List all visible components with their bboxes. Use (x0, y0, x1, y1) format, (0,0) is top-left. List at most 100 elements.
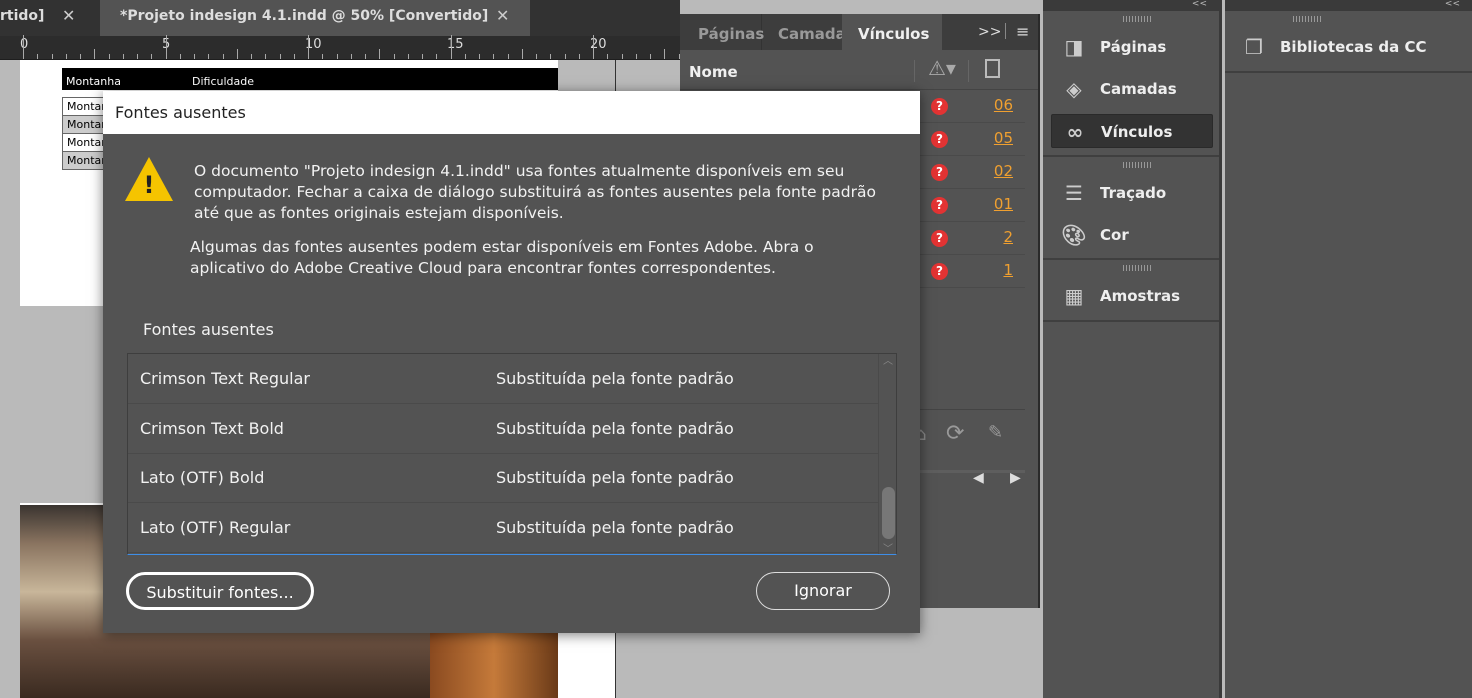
font-row[interactable]: Crimson Text Regular Substituída pela fon… (128, 354, 878, 404)
page-link[interactable]: 2 (1003, 228, 1013, 246)
dock-item-label: Cor (1100, 226, 1129, 244)
panel-dock-2: << ❐ Bibliotecas da CC (1225, 0, 1472, 698)
page-link[interactable]: 1 (1003, 261, 1013, 279)
ruler-tick (536, 54, 537, 59)
font-row[interactable]: Lato (OTF) Bold Substituída pela fonte pa… (128, 453, 878, 503)
ruler-tick (578, 54, 580, 59)
dock-item-label: Amostras (1100, 287, 1181, 305)
dock-item-bibliotecas[interactable]: ❐ Bibliotecas da CC (1231, 30, 1461, 64)
ruler-tick (236, 49, 238, 59)
pages-icon: ◨ (1064, 35, 1084, 59)
ruler-tick (137, 54, 138, 59)
ignore-button[interactable]: Ignorar (756, 572, 890, 610)
tab-vinculos[interactable]: Vínculos (842, 14, 942, 50)
dock-item-label: Camadas (1100, 80, 1177, 98)
scroll-up-icon[interactable]: ︿ (883, 352, 893, 367)
edit-original-icon[interactable]: ✎ (988, 422, 1003, 443)
page-link[interactable]: 06 (994, 96, 1013, 114)
ruler-tick (293, 54, 295, 59)
dock-item-label: Vínculos (1101, 123, 1173, 141)
ruler-tick (122, 54, 124, 59)
warning-icon-mark: ! (143, 171, 155, 199)
ruler-tick (550, 54, 552, 59)
scroll-down-icon[interactable]: ﹀ (883, 540, 893, 555)
close-icon[interactable]: ✕ (496, 0, 509, 32)
divider (968, 60, 969, 82)
missing-link-icon: ? (931, 98, 948, 115)
table-header: Montanha (66, 75, 121, 88)
column-name-header[interactable]: Nome (689, 63, 738, 81)
dock-item-paginas[interactable]: ◨ Páginas (1051, 30, 1213, 64)
ruler-tick (279, 54, 281, 59)
tab-paginas[interactable]: Páginas (680, 14, 764, 50)
scrollbar-thumb[interactable] (882, 487, 895, 539)
dock-item-label: Traçado (1100, 184, 1167, 202)
ruler-label: 15 (447, 37, 464, 52)
previous-arrow-icon[interactable]: ◀ (973, 470, 984, 486)
divider (1225, 71, 1472, 73)
ruler-tick (422, 54, 423, 59)
font-row[interactable]: Crimson Text Bold Substituída pela fonte … (128, 404, 878, 454)
dock-item-vinculos[interactable]: ∞ Vínculos (1051, 114, 1213, 148)
scrollbar[interactable]: ︿ ﹀ (878, 352, 897, 555)
horizontal-ruler[interactable]: 0 5 10 15 20 (0, 35, 694, 60)
table-cell: Montar (62, 115, 106, 134)
ruler-tick (521, 49, 523, 59)
tab-camadas[interactable]: Camada (762, 14, 842, 50)
font-row[interactable]: Lato (OTF) Regular Substituída pela fonte… (128, 503, 878, 553)
page-link[interactable]: 05 (994, 129, 1013, 147)
missing-link-icon: ? (931, 197, 948, 214)
photo-detail (430, 630, 558, 698)
ruler-tick (322, 54, 324, 59)
font-name: Crimson Text Bold (140, 418, 284, 438)
ruler-tick (607, 54, 609, 59)
table-cell: Montar (62, 133, 106, 152)
close-icon[interactable]: ✕ (62, 0, 75, 32)
missing-fonts-list[interactable]: Crimson Text Regular Substituída pela fon… (127, 353, 897, 555)
ruler-tick (179, 54, 181, 59)
page-link[interactable]: 01 (994, 195, 1013, 213)
dock-item-tracado[interactable]: ☰ Traçado (1051, 176, 1213, 210)
panel-overflow-button[interactable]: >> (978, 24, 1001, 40)
grip-handle[interactable] (1293, 16, 1321, 22)
ruler-tick (251, 54, 252, 59)
ruler-tick (151, 54, 153, 59)
document-tab-active[interactable]: *Projeto indesign 4.1.indd @ 50% [Conver… (100, 0, 530, 36)
missing-link-icon: ? (931, 131, 948, 148)
ruler-tick (564, 54, 566, 59)
dock-item-amostras[interactable]: ▦ Amostras (1051, 279, 1213, 313)
ruler-tick (350, 54, 352, 59)
grip-handle[interactable] (1123, 162, 1151, 168)
ruler-tick (222, 54, 224, 59)
next-arrow-icon[interactable]: ▶ (1010, 470, 1021, 486)
links-column-header: Nome ⚠▾ (680, 50, 1038, 90)
collapse-dock-button[interactable]: << (1043, 0, 1219, 11)
replace-fonts-button[interactable]: Substituir fontes... (126, 572, 314, 610)
page-link[interactable]: 02 (994, 162, 1013, 180)
color-palette-icon: 🎨︎ (1061, 223, 1087, 247)
grip-handle[interactable] (1123, 265, 1151, 271)
collapse-dock-button[interactable]: << (1225, 0, 1472, 11)
page-column-icon[interactable] (985, 59, 1000, 78)
update-link-icon[interactable]: ⟳ (946, 421, 964, 446)
table-cell: Montar (62, 151, 106, 170)
divider (1043, 320, 1219, 322)
document-tab-bar: rtido] ✕ *Projeto indesign 4.1.indd @ 50%… (0, 0, 680, 36)
dock-item-cor[interactable]: 🎨︎ Cor (1051, 218, 1213, 252)
table-cell: Montar (62, 97, 106, 116)
missing-link-icon: ? (931, 263, 948, 280)
ruler-tick (664, 49, 666, 59)
ruler-tick (507, 54, 509, 59)
panel-menu-icon[interactable]: ≡ (1016, 22, 1029, 41)
ruler-tick (650, 54, 651, 59)
dock-item-camadas[interactable]: ◈ Camadas (1051, 72, 1213, 106)
missing-fonts-label: Fontes ausentes (143, 320, 274, 339)
warning-column-icon[interactable]: ⚠▾ (928, 56, 956, 80)
font-status: Substituída pela fonte padrão (496, 369, 734, 388)
ruler-tick (493, 54, 495, 59)
grip-handle[interactable] (1123, 16, 1151, 22)
missing-link-icon: ? (931, 164, 948, 181)
document-tab[interactable]: rtido] ✕ (0, 0, 90, 36)
dialog-message: Algumas das fontes ausentes podem estar … (190, 238, 814, 277)
panel-dock: << ◨ Páginas ◈ Camadas ∞ Vínculos ☰ Traçado … (1043, 0, 1222, 698)
